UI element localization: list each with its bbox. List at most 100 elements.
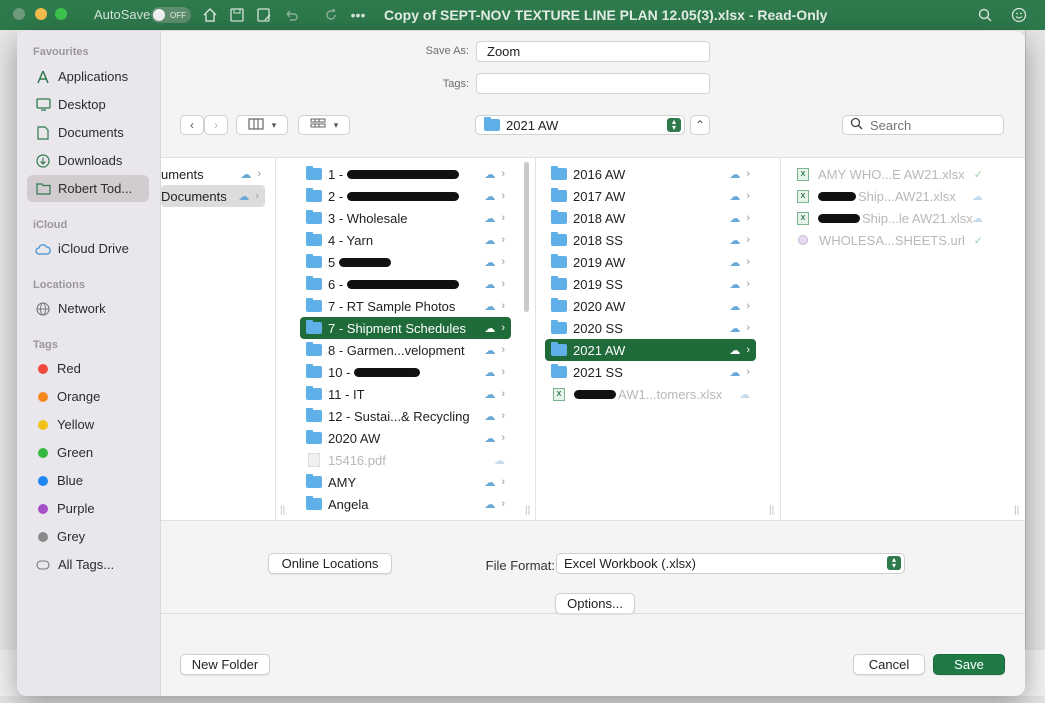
group-by-button[interactable]: ▾ bbox=[298, 115, 350, 135]
list-item[interactable]: 10 - ☁ › bbox=[300, 361, 511, 383]
column-resize-handle[interactable]: || bbox=[525, 505, 530, 516]
list-item[interactable]: uments ☁ › bbox=[161, 163, 267, 185]
list-item[interactable]: 2018 SS ☁ › bbox=[545, 229, 756, 251]
tags-field[interactable] bbox=[476, 73, 710, 94]
sidebar-item-applications[interactable]: Applications bbox=[27, 63, 149, 90]
tag-orange[interactable]: Orange bbox=[27, 383, 149, 410]
row-status: ☁ bbox=[494, 454, 505, 467]
cloud-icon: ☁ bbox=[240, 168, 252, 181]
redaction-mark bbox=[347, 169, 460, 179]
list-item[interactable]: 2 - ☁ › bbox=[300, 185, 511, 207]
tag-grey[interactable]: Grey bbox=[27, 523, 149, 550]
list-item[interactable]: 2017 AW ☁ › bbox=[545, 185, 756, 207]
search-field[interactable] bbox=[842, 115, 1004, 135]
list-item[interactable]: Angela ☁ › bbox=[300, 493, 511, 515]
minimize-window-button[interactable] bbox=[35, 8, 47, 20]
view-columns-button[interactable]: ▾ bbox=[236, 115, 288, 135]
cloud-icon: ☁ bbox=[729, 234, 741, 247]
chevron-right-icon: › bbox=[501, 432, 505, 444]
save-button[interactable]: Save bbox=[933, 654, 1005, 675]
cancel-button[interactable]: Cancel bbox=[853, 654, 925, 675]
save-as-field[interactable] bbox=[476, 41, 710, 62]
column-2: 1 - ☁ › 2 - ☁ › 3 - Wholesale ☁ › 4 - Yarn ☁ › 5… bbox=[292, 158, 536, 520]
save-icon[interactable] bbox=[228, 6, 246, 24]
column-resize-handle[interactable]: || bbox=[1014, 505, 1019, 516]
file-format-popup[interactable]: Excel Workbook (.xlsx) ▴ ▾ bbox=[556, 553, 905, 574]
chevron-right-icon: › bbox=[255, 190, 259, 202]
tag-purple[interactable]: Purple bbox=[27, 495, 149, 522]
tag-label: Grey bbox=[57, 529, 86, 544]
list-item[interactable]: AMY ☁ › bbox=[300, 471, 511, 493]
list-item[interactable]: 2020 AW ☁ › bbox=[300, 427, 511, 449]
sidebar-item-desktop[interactable]: Desktop bbox=[27, 91, 149, 118]
list-item-selected[interactable]: 7 - Shipment Schedules ☁ › bbox=[300, 317, 511, 339]
folder-icon bbox=[484, 117, 500, 131]
list-item[interactable]: 2020 SS ☁ › bbox=[545, 317, 756, 339]
list-item[interactable]: 2021 SS ☁ › bbox=[545, 361, 756, 383]
blue-dot-icon bbox=[38, 475, 48, 486]
list-item[interactable]: Documents ☁ › bbox=[161, 185, 265, 207]
online-locations-button[interactable]: Online Locations bbox=[268, 553, 392, 574]
collapse-button[interactable]: ⌃ bbox=[690, 115, 710, 135]
smiley-feedback-icon[interactable] bbox=[1010, 6, 1028, 24]
list-item[interactable]: 7 - RT Sample Photos ☁ › bbox=[300, 295, 511, 317]
list-item[interactable]: 4 - Yarn ☁ › bbox=[300, 229, 511, 251]
list-item[interactable]: 11 - IT ☁ › bbox=[300, 383, 511, 405]
sidebar-item-robert-tod[interactable]: Robert Tod... bbox=[27, 175, 149, 202]
sidebar-item-downloads[interactable]: Downloads bbox=[27, 147, 149, 174]
zoom-window-button[interactable] bbox=[55, 8, 67, 20]
sidebar-item-label: Applications bbox=[58, 69, 129, 84]
column-resize-handle[interactable]: || bbox=[769, 505, 774, 516]
list-item[interactable]: 6 - ☁ › bbox=[300, 273, 511, 295]
list-item[interactable]: 2018 AW ☁ › bbox=[545, 207, 756, 229]
undo-icon[interactable] bbox=[282, 6, 300, 24]
search-icon[interactable] bbox=[976, 6, 994, 24]
location-popup[interactable]: 2021 AW ▴ ▾ bbox=[475, 115, 685, 135]
forward-button[interactable]: › bbox=[204, 115, 228, 135]
column-resize-handle[interactable]: || bbox=[280, 505, 285, 516]
row-status: ☁ › bbox=[729, 234, 750, 247]
excel-status-edge bbox=[0, 696, 1045, 703]
tag-yellow[interactable]: Yellow bbox=[27, 411, 149, 438]
cloud-icon: ☁ bbox=[484, 410, 496, 423]
search-input[interactable] bbox=[870, 117, 990, 133]
column-2-scrollbar[interactable] bbox=[524, 162, 529, 312]
list-item[interactable]: 3 - Wholesale ☁ › bbox=[300, 207, 511, 229]
tag-blue[interactable]: Blue bbox=[27, 467, 149, 494]
back-button[interactable]: ‹ bbox=[180, 115, 204, 135]
row-status: ☁ › bbox=[484, 300, 505, 313]
document-title: Copy of SEPT-NOV TEXTURE LINE PLAN 12.05… bbox=[384, 7, 828, 23]
list-item[interactable]: 2019 SS ☁ › bbox=[545, 273, 756, 295]
tag-all-tags[interactable]: All Tags... bbox=[27, 551, 149, 578]
cloud-icon: ☁ bbox=[729, 168, 741, 181]
tag-green[interactable]: Green bbox=[27, 439, 149, 466]
list-item[interactable]: 2019 AW ☁ › bbox=[545, 251, 756, 273]
new-folder-button[interactable]: New Folder bbox=[180, 654, 270, 675]
redo-icon[interactable] bbox=[322, 6, 340, 24]
chevron-right-icon: › bbox=[746, 234, 750, 246]
save-as-icon[interactable] bbox=[255, 6, 273, 24]
autosave-toggle[interactable]: OFF bbox=[151, 7, 191, 23]
tag-red[interactable]: Red bbox=[27, 355, 149, 382]
close-window-button[interactable] bbox=[13, 8, 25, 20]
list-item[interactable]: 2016 AW ☁ › bbox=[545, 163, 756, 185]
sidebar-item-icloud-drive[interactable]: iCloud Drive bbox=[27, 235, 149, 262]
row-status: ☁ › bbox=[484, 498, 505, 511]
list-item[interactable]: 2020 AW ☁ › bbox=[545, 295, 756, 317]
list-item[interactable]: 1 - ☁ › bbox=[300, 163, 511, 185]
list-item-selected[interactable]: 2021 AW ☁ › bbox=[545, 339, 756, 361]
list-item[interactable]: 5 ☁ › bbox=[300, 251, 511, 273]
folder-icon bbox=[306, 320, 322, 334]
options-button[interactable]: Options... bbox=[555, 593, 635, 614]
folder-icon bbox=[306, 232, 322, 246]
more-icon[interactable]: ••• bbox=[349, 6, 367, 24]
home-icon[interactable] bbox=[201, 6, 219, 24]
sidebar-item-documents[interactable]: Documents bbox=[27, 119, 149, 146]
row-status: ☁ › bbox=[729, 278, 750, 291]
sidebar-item-network[interactable]: Network bbox=[27, 295, 149, 322]
cloud-icon: ☁ bbox=[484, 344, 496, 357]
stepper-icon: ▴ ▾ bbox=[667, 118, 681, 132]
list-item[interactable]: 12 - Sustai...& Recycling ☁ › bbox=[300, 405, 511, 427]
cloud-icon: ☁ bbox=[484, 190, 496, 203]
list-item[interactable]: 8 - Garmen...velopment ☁ › bbox=[300, 339, 511, 361]
